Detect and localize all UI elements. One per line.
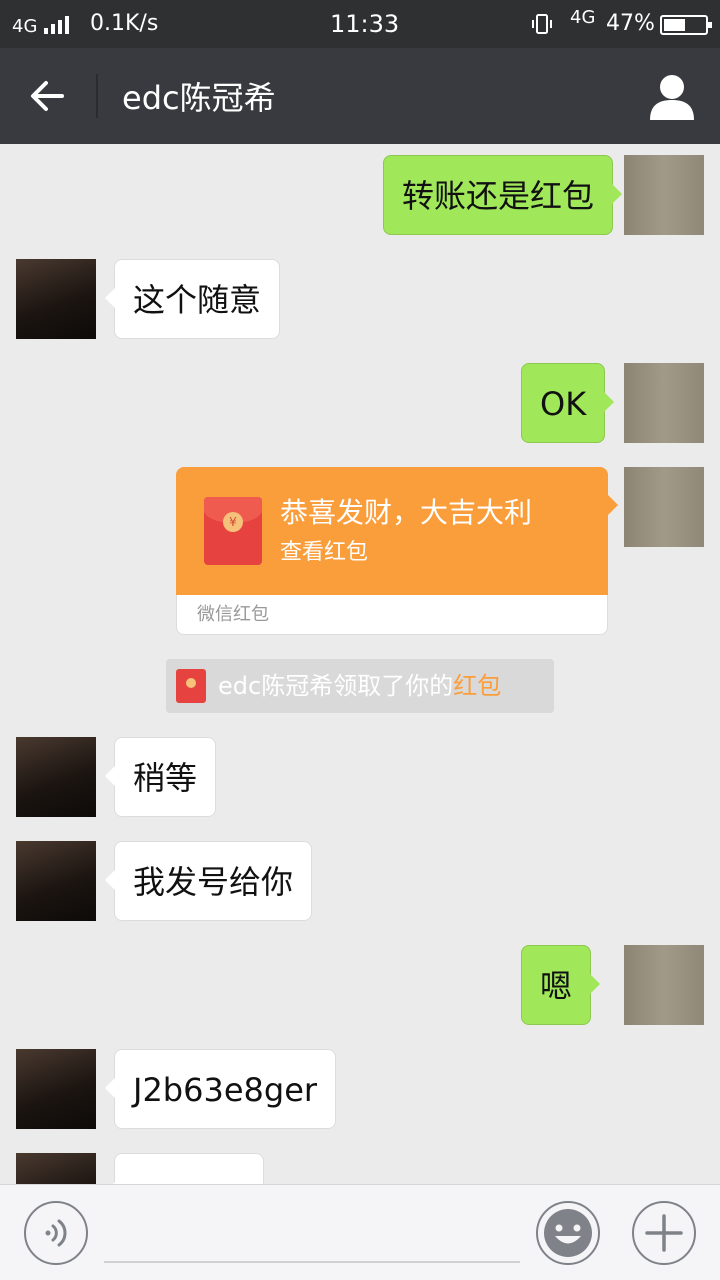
battery-icon	[660, 15, 712, 35]
voice-icon	[45, 1219, 67, 1247]
outgoing-bubble[interactable]: 转账还是红包	[383, 155, 623, 235]
message-input[interactable]	[104, 1203, 520, 1263]
incoming-bubble[interactable]	[105, 1153, 264, 1184]
chat-title: edc陈冠希	[122, 79, 276, 117]
my-avatar[interactable]	[624, 467, 704, 547]
contact-avatar[interactable]	[16, 1153, 96, 1184]
message-list[interactable]: 转账还是红包 这个随意 OK ¥ 恭喜发财，大吉大利 查看红包 微信红包 edc…	[0, 144, 720, 1184]
red-packet-header: ¥ 恭喜发财，大吉大利 查看红包	[176, 467, 618, 595]
chat-info-button[interactable]	[646, 70, 698, 122]
red-packet-greeting: 恭喜发财，大吉大利	[280, 496, 533, 529]
nav-divider	[96, 74, 98, 118]
system-notice: edc陈冠希领取了你的红包	[166, 659, 554, 713]
clock: 11:33	[330, 10, 400, 38]
input-bar	[0, 1184, 720, 1280]
chat-header: edc陈冠希	[0, 48, 720, 144]
back-button[interactable]	[24, 72, 72, 120]
red-packet-action: 查看红包	[280, 540, 369, 565]
incoming-bubble[interactable]: J2b63e8ger	[104, 1049, 337, 1129]
incoming-bubble[interactable]: 这个随意	[104, 259, 281, 339]
outgoing-bubble[interactable]: OK	[521, 363, 615, 443]
incoming-bubble[interactable]: 我发号给你	[104, 841, 313, 921]
contact-avatar[interactable]	[16, 737, 96, 817]
network-type: 4G	[12, 16, 38, 37]
status-bar: 4G 0.1K/s 11:33 4G 47%	[0, 0, 720, 48]
network-type-2: 4G	[570, 7, 596, 28]
battery-percent: 47%	[606, 11, 655, 36]
red-envelope-icon	[176, 669, 206, 703]
red-envelope-icon: ¥	[204, 497, 262, 565]
my-avatar[interactable]	[624, 945, 704, 1025]
plus-icon	[645, 1214, 683, 1252]
red-packet-card[interactable]: ¥ 恭喜发财，大吉大利 查看红包 微信红包	[176, 467, 618, 635]
my-avatar[interactable]	[624, 155, 704, 235]
red-packet-brand: 微信红包	[197, 604, 269, 625]
notice-text: edc陈冠希领取了你的	[218, 672, 454, 700]
contact-avatar[interactable]	[16, 259, 96, 339]
network-speed: 0.1K/s	[90, 11, 159, 36]
incoming-bubble[interactable]: 稍等	[104, 737, 217, 817]
emoji-button[interactable]	[536, 1201, 600, 1265]
vibrate-icon	[532, 14, 552, 34]
smiley-icon	[544, 1209, 592, 1257]
contact-avatar[interactable]	[16, 1049, 96, 1129]
yuan-coin-icon: ¥	[223, 512, 243, 532]
voice-button[interactable]	[24, 1201, 88, 1265]
person-icon	[650, 75, 694, 120]
arrow-left-icon	[31, 81, 64, 111]
red-packet-footer: 微信红包	[176, 595, 608, 635]
more-button[interactable]	[632, 1201, 696, 1265]
outgoing-bubble[interactable]: 嗯	[521, 945, 601, 1025]
red-packet-link[interactable]: 红包	[453, 672, 501, 700]
contact-avatar[interactable]	[16, 841, 96, 921]
my-avatar[interactable]	[624, 363, 704, 443]
signal-icon	[44, 16, 74, 34]
